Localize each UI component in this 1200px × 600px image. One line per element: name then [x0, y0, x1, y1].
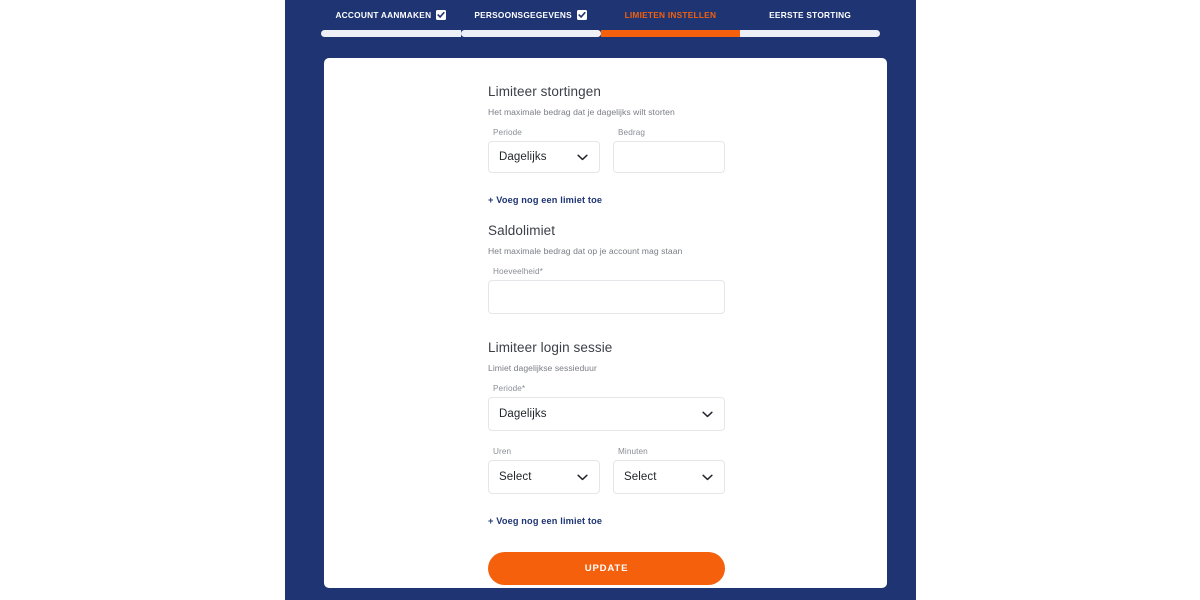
page-root: ACCOUNT AANMAKEN PERSOONSGEGEVENS LIMIET…: [0, 0, 1200, 600]
session-minutes-field: Minuten Select: [613, 447, 725, 494]
session-minutes-value: Select: [624, 471, 657, 483]
step-eerste-storting[interactable]: EERSTE STORTING: [740, 0, 880, 37]
step-label: LIMIETEN INSTELLEN: [624, 9, 717, 20]
section-subtitle-session: Limiet dagelijkse sessieduur: [488, 363, 597, 373]
session-hours-field: Uren Select: [488, 447, 600, 494]
session-period-field: Periode* Dagelijks: [488, 384, 725, 431]
session-limit-section: Limiteer login sessie Limiet dagelijkse …: [488, 340, 725, 526]
balance-limit-section: Saldolimiet Het maximale bedrag dat op j…: [488, 223, 725, 314]
step-label-row: ACCOUNT AANMAKEN: [335, 7, 447, 22]
session-period-select[interactable]: Dagelijks: [488, 397, 725, 431]
section-title-deposit: Limiteer stortingen: [488, 84, 601, 99]
update-button[interactable]: UPDATE: [488, 552, 725, 585]
deposit-limit-section: Limiteer stortingen Het maximale bedrag …: [488, 84, 725, 205]
add-session-limit-link[interactable]: + Voeg nog een limiet toe: [488, 516, 725, 526]
section-title-balance: Saldolimiet: [488, 223, 556, 238]
step-limieten-instellen[interactable]: LIMIETEN INSTELLEN: [600, 0, 741, 37]
balance-amount-field: Hoeveelheid*: [488, 267, 725, 314]
chevron-down-icon: [702, 468, 713, 486]
checkmark-icon: [436, 9, 447, 20]
section-subtitle-deposit: Het maximale bedrag dat je dagelijks wil…: [488, 107, 675, 117]
step-progress-bar: [460, 30, 601, 37]
step-progress-bar: [600, 30, 741, 37]
deposit-field-row: Periode Dagelijks Bedrag: [488, 128, 725, 173]
deposit-period-value: Dagelijks: [499, 151, 547, 163]
step-progress-bar: [321, 30, 461, 37]
deposit-amount-input-wrap[interactable]: [613, 141, 725, 173]
deposit-period-field: Periode Dagelijks: [488, 128, 600, 173]
session-period-value: Dagelijks: [499, 408, 547, 420]
limits-form-card: Limiteer stortingen Het maximale bedrag …: [324, 58, 887, 588]
deposit-period-select[interactable]: Dagelijks: [488, 141, 600, 173]
session-minutes-select[interactable]: Select: [613, 460, 725, 494]
session-hours-value: Select: [499, 471, 532, 483]
step-account-aanmaken[interactable]: ACCOUNT AANMAKEN: [321, 0, 461, 37]
step-label-row: PERSOONSGEGEVENS: [474, 7, 587, 22]
step-label: PERSOONSGEGEVENS: [474, 9, 572, 20]
session-hours-select[interactable]: Select: [488, 460, 600, 494]
registration-stepper: ACCOUNT AANMAKEN PERSOONSGEGEVENS LIMIET…: [285, 0, 916, 40]
session-hours-label: Uren: [493, 447, 512, 456]
step-persoonsgegevens[interactable]: PERSOONSGEGEVENS: [460, 0, 601, 37]
chevron-down-icon: [702, 405, 713, 423]
session-period-label: Periode*: [493, 384, 526, 393]
step-progress-bar: [740, 30, 880, 37]
deposit-period-label: Periode: [493, 128, 522, 137]
step-label: ACCOUNT AANMAKEN: [335, 9, 432, 20]
deposit-amount-field: Bedrag: [613, 128, 725, 173]
chevron-down-icon: [577, 468, 588, 486]
chevron-down-icon: [577, 148, 588, 166]
checkmark-icon: [576, 9, 587, 20]
limits-form: Limiteer stortingen Het maximale bedrag …: [488, 84, 725, 585]
step-label-row: EERSTE STORTING: [769, 7, 851, 22]
section-title-session: Limiteer login sessie: [488, 340, 613, 355]
balance-amount-input-wrap[interactable]: [488, 280, 725, 314]
section-subtitle-balance: Het maximale bedrag dat op je account ma…: [488, 246, 683, 256]
session-duration-row: Uren Select Minuten Select: [488, 447, 725, 494]
balance-amount-label: Hoeveelheid*: [493, 267, 543, 276]
step-label-row: LIMIETEN INSTELLEN: [625, 7, 717, 22]
session-minutes-label: Minuten: [618, 447, 648, 456]
deposit-amount-label: Bedrag: [618, 128, 646, 137]
step-label: EERSTE STORTING: [769, 9, 852, 20]
add-deposit-limit-link[interactable]: + Voeg nog een limiet toe: [488, 195, 725, 205]
